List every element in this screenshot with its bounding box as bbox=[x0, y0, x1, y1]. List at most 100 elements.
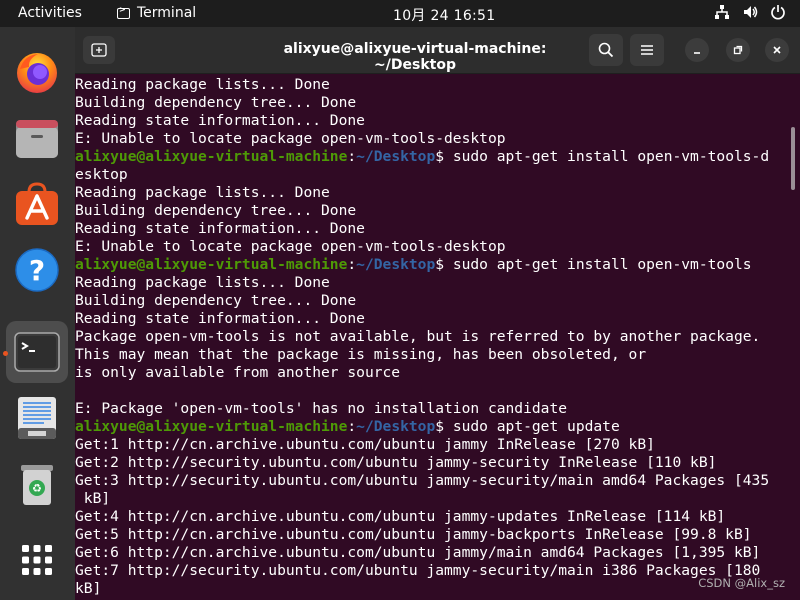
output-text: Reading state information... Done bbox=[75, 220, 365, 237]
dock-item-trash[interactable]: ♻ bbox=[6, 453, 68, 515]
trash-icon: ♻ bbox=[21, 465, 53, 505]
terminal-output-line: Reading package lists... Done bbox=[75, 274, 787, 292]
restore-icon bbox=[733, 45, 743, 55]
output-text: Get:4 http://cn.archive.ubuntu.com/ubunt… bbox=[75, 508, 726, 525]
output-text: Get:7 http://security.ubuntu.com/ubuntu … bbox=[75, 562, 761, 579]
terminal-output-line: Building dependency tree... Done bbox=[75, 94, 787, 112]
output-text: Package open-vm-tools is not available, … bbox=[75, 328, 761, 345]
dock-item-terminal[interactable] bbox=[6, 321, 68, 383]
terminal-output-line: Get:4 http://cn.archive.ubuntu.com/ubunt… bbox=[75, 508, 787, 526]
window-headerbar[interactable]: alixyue@alixyue-virtual-machine: ~/Deskt… bbox=[75, 27, 800, 74]
prompt-path: ~/Desktop bbox=[356, 418, 436, 435]
minimize-icon bbox=[694, 52, 700, 54]
terminal-output-line: Get:7 http://security.ubuntu.com/ubuntu … bbox=[75, 562, 787, 580]
terminal-output-line: kB] bbox=[75, 580, 787, 598]
app-center-icon bbox=[16, 182, 58, 225]
terminal-prompt-line: alixyue@alixyue-virtual-machine:~/Deskto… bbox=[75, 418, 787, 436]
prompt-separator: : bbox=[347, 418, 357, 435]
dock-item-firefox[interactable] bbox=[6, 41, 68, 103]
app-menu-label: Terminal bbox=[137, 5, 197, 21]
terminal-output-line: Reading state information... Done bbox=[75, 310, 787, 328]
network-icon bbox=[715, 5, 729, 19]
terminal-output-line: Get:3 http://security.ubuntu.com/ubuntu … bbox=[75, 472, 787, 490]
output-text: E: Package 'open-vm-tools' has no instal… bbox=[75, 400, 568, 417]
svg-text:♻: ♻ bbox=[32, 482, 42, 495]
output-text: Get:6 http://cn.archive.ubuntu.com/ubunt… bbox=[75, 544, 761, 561]
activities-button[interactable]: Activities bbox=[18, 5, 82, 21]
terminal-output-line: This may mean that the package is missin… bbox=[75, 346, 787, 364]
terminal-output-line: E: Unable to locate package open-vm-tool… bbox=[75, 130, 787, 148]
prompt-command: $ sudo apt-get install open-vm-tools-d bbox=[435, 148, 770, 165]
prompt-path: ~/Desktop bbox=[356, 256, 436, 273]
terminal-output-line: Reading state information... Done bbox=[75, 112, 787, 130]
prompt-command: $ sudo apt-get update bbox=[435, 418, 620, 435]
power-icon bbox=[771, 5, 785, 20]
output-text: Get:1 http://cn.archive.ubuntu.com/ubunt… bbox=[75, 436, 655, 453]
terminal-app-icon bbox=[117, 5, 130, 19]
terminal-scrollbar[interactable] bbox=[791, 127, 795, 190]
output-text: kB] bbox=[75, 580, 102, 597]
dock-item-app-center[interactable] bbox=[6, 173, 68, 235]
search-icon bbox=[598, 42, 614, 58]
new-tab-icon bbox=[91, 43, 107, 57]
hamburger-menu-icon bbox=[641, 45, 653, 55]
output-text: Get:3 http://security.ubuntu.com/ubuntu … bbox=[75, 472, 770, 489]
output-text: Reading package lists... Done bbox=[75, 274, 330, 291]
files-icon bbox=[16, 120, 58, 158]
app-menu-button[interactable]: Terminal bbox=[117, 5, 196, 21]
terminal-icon bbox=[14, 332, 60, 372]
output-text: Reading package lists... Done bbox=[75, 184, 330, 201]
close-icon bbox=[773, 46, 781, 54]
terminal-output-line: esktop bbox=[75, 166, 787, 184]
output-text: Get:2 http://security.ubuntu.com/ubuntu … bbox=[75, 454, 717, 471]
terminal-output-line: kB] bbox=[75, 490, 787, 508]
window-title: alixyue@alixyue-virtual-machine: ~/Deskt… bbox=[283, 41, 547, 73]
volume-icon bbox=[744, 6, 758, 18]
dock-item-text-editor[interactable] bbox=[6, 387, 68, 449]
prompt-command: $ sudo apt-get install open-vm-tools bbox=[435, 256, 752, 273]
prompt-user-host: alixyue@alixyue-virtual-machine bbox=[75, 148, 348, 165]
terminal-output-line: Building dependency tree... Done bbox=[75, 202, 787, 220]
terminal-output[interactable]: Reading package lists... Done Building de… bbox=[75, 76, 787, 598]
output-text: Get:5 http://cn.archive.ubuntu.com/ubunt… bbox=[75, 526, 752, 543]
firefox-icon bbox=[17, 53, 57, 93]
output-text: Reading package lists... Done bbox=[75, 76, 330, 93]
output-text: Building dependency tree... Done bbox=[75, 94, 357, 111]
help-icon: ? bbox=[15, 248, 59, 292]
maximize-button[interactable] bbox=[726, 38, 750, 62]
terminal-output-line: Get:6 http://cn.archive.ubuntu.com/ubunt… bbox=[75, 544, 787, 562]
output-text: Building dependency tree... Done bbox=[75, 202, 357, 219]
prompt-path: ~/Desktop bbox=[356, 148, 436, 165]
watermark-text: CSDN @Alix_sz bbox=[698, 576, 785, 590]
terminal-output-line: Building dependency tree... Done bbox=[75, 292, 787, 310]
output-text: Building dependency tree... Done bbox=[75, 292, 357, 309]
menu-button[interactable] bbox=[630, 34, 664, 66]
dock-item-show-apps[interactable] bbox=[6, 529, 68, 591]
dock-item-files[interactable] bbox=[6, 107, 68, 169]
prompt-user-host: alixyue@alixyue-virtual-machine bbox=[75, 256, 348, 273]
minimize-button[interactable] bbox=[685, 38, 709, 62]
terminal-output-line: E: Unable to locate package open-vm-tool… bbox=[75, 238, 787, 256]
text-editor-icon bbox=[18, 397, 56, 439]
output-text: This may mean that the package is missin… bbox=[75, 346, 647, 363]
terminal-output-line: Reading package lists... Done bbox=[75, 76, 787, 94]
output-text: Reading state information... Done bbox=[75, 112, 365, 129]
terminal-output-line: Reading package lists... Done bbox=[75, 184, 787, 202]
show-apps-icon bbox=[22, 545, 52, 575]
system-tray[interactable] bbox=[714, 4, 786, 20]
output-text: esktop bbox=[75, 166, 128, 183]
terminal-prompt-line: alixyue@alixyue-virtual-machine:~/Deskto… bbox=[75, 256, 787, 274]
terminal-window: alixyue@alixyue-virtual-machine: ~/Deskt… bbox=[75, 27, 800, 600]
terminal-output-line: Get:2 http://security.ubuntu.com/ubuntu … bbox=[75, 454, 787, 472]
new-tab-button[interactable] bbox=[83, 36, 115, 64]
dock-item-help[interactable]: ? bbox=[6, 239, 68, 301]
close-button[interactable] bbox=[765, 38, 789, 62]
prompt-separator: : bbox=[347, 148, 357, 165]
svg-text:?: ? bbox=[29, 254, 45, 287]
terminal-output-line: E: Package 'open-vm-tools' has no instal… bbox=[75, 400, 787, 418]
search-button[interactable] bbox=[589, 34, 623, 66]
clock-button[interactable]: 10月 24 16:51 bbox=[393, 5, 495, 25]
top-bar: Activities Terminal 10月 24 16:51 bbox=[0, 0, 800, 27]
desktop-screen: Activities Terminal 10月 24 16:51 bbox=[0, 0, 800, 600]
